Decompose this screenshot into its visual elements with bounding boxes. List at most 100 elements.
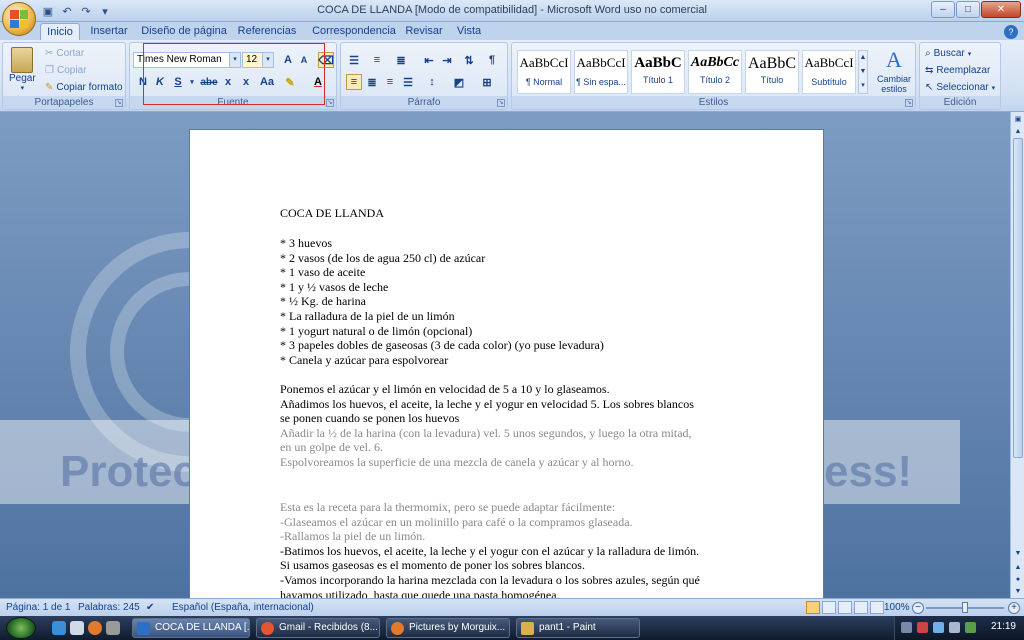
align-right-icon[interactable]: ≡ <box>382 74 398 90</box>
step-line: se ponen cuando se ponen los huevos <box>280 411 460 426</box>
paragraph-launcher-icon[interactable]: ↘ <box>497 99 505 107</box>
style-name: Título <box>760 75 784 85</box>
taskbar-item-word[interactable]: COCA DE LLANDA [... <box>132 618 250 638</box>
taskbar-item-paint[interactable]: pant1 - Paint <box>516 618 640 638</box>
help-icon[interactable]: ? <box>1004 25 1018 39</box>
document-workspace: Protec ess! COCA DE LLANDA * 3 huevos * … <box>0 112 1010 598</box>
start-button[interactable] <box>6 617 36 639</box>
firefox-icon[interactable] <box>88 621 102 635</box>
word-count[interactable]: Palabras: 245 <box>78 602 140 613</box>
close-button[interactable]: ✕ <box>981 1 1021 18</box>
style-subtitulo[interactable]: AaBbCcI Subtítulo <box>802 50 856 94</box>
document-page[interactable]: COCA DE LLANDA * 3 huevos * 2 vasos (de … <box>189 129 824 598</box>
print-layout-view-button[interactable] <box>806 601 820 614</box>
styles-launcher-icon[interactable]: ↘ <box>905 99 913 107</box>
multilevel-list-icon[interactable]: ≣ <box>393 52 409 68</box>
clipboard-launcher-icon[interactable]: ↘ <box>115 99 123 107</box>
show-desktop-icon[interactable] <box>70 621 84 635</box>
next-page-icon[interactable]: ▼ <box>1012 586 1024 598</box>
language-indicator[interactable]: Español (España, internacional) <box>172 602 314 613</box>
borders-icon[interactable]: ⊞ <box>479 74 495 90</box>
ruler-toggle-icon[interactable]: ▣ <box>1012 114 1024 126</box>
style-titulo-1[interactable]: AaBbC Título 1 <box>631 50 685 94</box>
outline-view-button[interactable] <box>854 601 868 614</box>
previous-page-icon[interactable]: ▲ <box>1012 562 1024 574</box>
tray-volume-icon[interactable] <box>949 622 960 633</box>
zoom-level[interactable]: 100% <box>884 602 910 613</box>
maximize-button[interactable]: □ <box>956 1 980 18</box>
styles-scroll[interactable]: ▲ ▼ ▾ <box>858 50 868 94</box>
decrease-indent-icon[interactable]: ⇤ <box>421 52 437 68</box>
step-line: Ponemos el azúcar y el limón en velocida… <box>280 382 610 396</box>
sort-icon[interactable]: ⇅ <box>461 52 477 68</box>
taskbar-item-pictures[interactable]: Pictures by Morguix... <box>386 618 510 638</box>
tray-misc-icon[interactable] <box>965 622 976 633</box>
style-normal[interactable]: AaBbCcI ¶ Normal <box>517 50 571 94</box>
note-line: -Batimos los huevos, el aceite, la leche… <box>280 543 700 558</box>
paste-button[interactable]: Pegar ▾ <box>9 47 36 92</box>
tab-referencias[interactable]: Referencias <box>236 23 298 40</box>
cut-label: Cortar <box>56 48 85 59</box>
chevron-down-icon: ▾ <box>20 85 25 92</box>
tab-revisar[interactable]: Revisar <box>404 23 444 40</box>
style-titulo-2[interactable]: AaBbCc Título 2 <box>688 50 742 94</box>
style-sin-espaciado[interactable]: AaBbCcI ¶ Sin espa... <box>574 50 628 94</box>
tray-antivirus-icon[interactable] <box>917 622 928 633</box>
justify-icon[interactable]: ☰ <box>400 74 416 90</box>
browse-object-icon[interactable]: ● <box>1012 574 1024 586</box>
format-painter-button[interactable]: ✎ Copiar formato <box>45 82 123 93</box>
vertical-scrollbar[interactable]: ▣ ▲ ▼ ▲ ● ▼ <box>1010 112 1024 598</box>
web-layout-view-button[interactable] <box>838 601 852 614</box>
styles-icon: A <box>886 47 902 72</box>
taskbar-item-gmail[interactable]: Gmail - Recibidos (8... <box>256 618 380 638</box>
draft-view-button[interactable] <box>870 601 884 614</box>
zoom-out-icon[interactable]: − <box>912 602 924 614</box>
scroll-down-icon[interactable]: ▼ <box>1012 548 1024 560</box>
font-launcher-icon[interactable]: ↘ <box>326 99 334 107</box>
tab-diseno-pagina[interactable]: Diseño de página <box>140 23 228 40</box>
zoom-slider-knob[interactable] <box>962 602 968 613</box>
spellcheck-icon[interactable]: ✔ <box>146 602 154 613</box>
align-center-icon[interactable]: ≣ <box>364 74 380 90</box>
bullets-icon[interactable]: ☰ <box>346 52 362 68</box>
ingredient-line: * 3 huevos <box>280 236 332 250</box>
style-sample: AaBbCc <box>690 55 740 70</box>
tab-insertar[interactable]: Insertar <box>86 23 132 40</box>
shading-icon[interactable]: ◩ <box>451 74 467 90</box>
scissors-icon: ✂ <box>45 48 54 59</box>
select-button[interactable]: ↖ Seleccionar ▾ <box>925 82 995 93</box>
style-titulo[interactable]: AaBbC Título <box>745 50 799 94</box>
title-bar: ▣ ↶ ↷ ▾ COCA DE LLANDA [Modo de compatib… <box>0 0 1024 22</box>
copy-label: Copiar <box>56 65 87 76</box>
ie-icon[interactable] <box>52 621 66 635</box>
page-count[interactable]: Página: 1 de 1 <box>6 602 71 613</box>
find-button[interactable]: ⌕ Buscar ▾ <box>925 48 971 59</box>
increase-indent-icon[interactable]: ⇥ <box>439 52 455 68</box>
tray-arrow-icon[interactable] <box>901 622 912 633</box>
pilcrow-icon[interactable]: ¶ <box>484 52 500 68</box>
replace-label: Reemplazar <box>936 65 991 76</box>
tab-inicio[interactable]: Inicio <box>40 23 80 40</box>
background-watermark-left: Protec <box>60 447 197 496</box>
scroll-thumb[interactable] <box>1013 138 1023 458</box>
ingredient-line: * 1 yogurt natural o de limón (opcional) <box>280 323 473 338</box>
align-left-icon[interactable]: ≡ <box>346 74 362 90</box>
line-spacing-icon[interactable]: ↕ <box>424 74 440 90</box>
tray-network-icon[interactable] <box>933 622 944 633</box>
scroll-up-icon[interactable]: ▲ <box>1012 126 1024 138</box>
style-sample: AaBbCcI <box>519 55 569 70</box>
office-button[interactable] <box>2 2 36 36</box>
zoom-in-icon[interactable]: + <box>1008 602 1020 614</box>
full-screen-view-button[interactable] <box>822 601 836 614</box>
replace-button[interactable]: ⇆ Reemplazar <box>925 65 990 76</box>
clock[interactable]: 21:19 <box>991 621 1016 632</box>
copy-button[interactable]: ❐ Copiar <box>45 65 86 76</box>
numbering-icon[interactable]: ≡ <box>369 52 385 68</box>
tab-vista[interactable]: Vista <box>452 23 486 40</box>
tab-correspondencia[interactable]: Correspondencia <box>308 23 400 40</box>
change-styles-button[interactable]: A Cambiar estilos <box>874 47 914 94</box>
quicklaunch-more-icon[interactable] <box>106 621 120 635</box>
minimize-button[interactable]: ‒ <box>931 1 955 18</box>
cut-button[interactable]: ✂ Cortar <box>45 48 84 59</box>
note-line: -Vamos incorporando la harina mezclada c… <box>280 573 700 587</box>
